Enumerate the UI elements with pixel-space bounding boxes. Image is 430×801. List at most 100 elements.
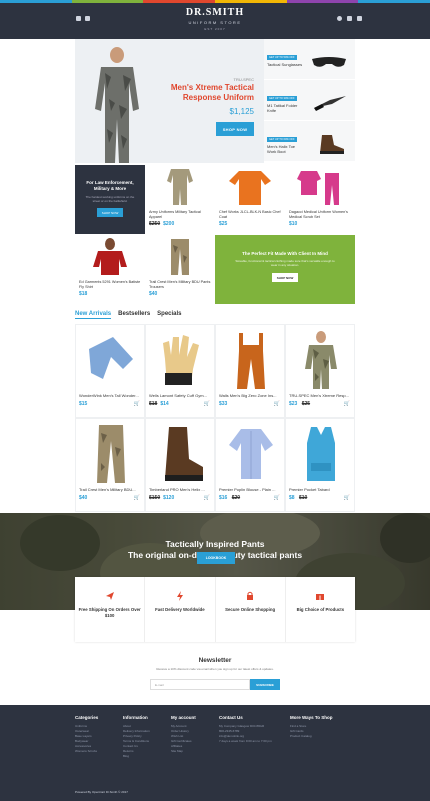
- sunglasses-image: [312, 57, 346, 67]
- subscribe-button[interactable]: SUBSCRIBE: [250, 679, 280, 690]
- lookbook-button[interactable]: LOOKBOOK: [197, 552, 235, 564]
- product-name[interactable]: Premier Poplin Blouse - Plain ...: [219, 487, 283, 492]
- add-to-cart-icon[interactable]: 🛒: [344, 495, 350, 501]
- product-card[interactable]: Timberland PRO Men's Helix ... $150 $120 …: [145, 418, 215, 512]
- camo-pants-image: [97, 425, 125, 483]
- product-card[interactable]: Trail Crest Men's Military BDU... $40 🛒: [75, 418, 145, 512]
- product-price: $23 $25: [289, 401, 313, 407]
- footer-link[interactable]: Blog: [123, 754, 150, 759]
- user-icon[interactable]: [337, 16, 342, 21]
- promo-shop-now-button[interactable]: SHOP NOW: [97, 208, 123, 217]
- product-tabs: New Arrivals Bestsellers Specials: [75, 311, 182, 319]
- promo-title: For Law Enforcement, Military & More: [86, 180, 134, 191]
- newsletter-text: Receive a 10% discount code via email wh…: [156, 667, 274, 671]
- tab-specials[interactable]: Specials: [157, 311, 181, 319]
- add-to-cart-icon[interactable]: 🛒: [274, 495, 280, 501]
- grid-product-card[interactable]: Chef Works JLCL-BLK-N Basic Chef Coat $2…: [215, 165, 285, 234]
- product-name[interactable]: Army Uniforms Military Tactical Apparel: [149, 210, 213, 220]
- add-to-cart-icon[interactable]: 🛒: [204, 401, 210, 407]
- tab-bestsellers[interactable]: Bestsellers: [118, 311, 150, 319]
- new-price: $200: [163, 221, 175, 227]
- feature-text: Big Choice of Products: [296, 607, 345, 612]
- lightning-icon: [176, 591, 183, 601]
- product-name[interactable]: Wells Lamont Safety Cuff Gym...: [149, 393, 213, 398]
- side-deal-item[interactable]: GET UP TO 50% OFF Tactical Sunglasses: [264, 39, 355, 80]
- product-name[interactable]: Chef Works JLCL-BLK-N Basic Chef Coat: [219, 210, 283, 220]
- product-name[interactable]: Trail Crest Men's Military BDU...: [79, 487, 143, 492]
- camo-pants-image: [171, 239, 189, 275]
- footer-column-title: More Ways To Shop: [290, 715, 333, 720]
- feature-text: Free Shipping On Orders Over $100: [78, 607, 141, 618]
- product-price: $150 $120: [149, 495, 174, 501]
- grid-product-card[interactable]: Dagacci Medical Uniform Women's Medical …: [285, 165, 355, 234]
- old-price: $25: [301, 401, 311, 407]
- work-boot-image: [320, 135, 344, 154]
- add-to-cart-icon[interactable]: 🛒: [134, 495, 140, 501]
- grid-product-card[interactable]: Trail Crest Men's Military BDU Pants Tro…: [145, 235, 215, 304]
- product-name[interactable]: Ed Garments 5291 Women's Batiste Fly Shi…: [79, 280, 143, 290]
- product-name[interactable]: Premier Pocket Tabard: [289, 487, 353, 492]
- hero-price: $1,125: [229, 107, 254, 116]
- add-to-cart-icon[interactable]: 🛒: [204, 495, 210, 501]
- product-name[interactable]: Dagacci Medical Uniform Women's Medical …: [289, 210, 353, 220]
- product-card[interactable]: Walls Men's Big Zero Zone Ins... $33 🛒: [215, 324, 285, 418]
- product-name[interactable]: Walls Men's Big Zero Zone Ins...: [219, 393, 283, 398]
- product-card[interactable]: Wells Lamont Safety Cuff Gym... $18 $14 🛒: [145, 324, 215, 418]
- tab-new-arrivals[interactable]: New Arrivals: [75, 311, 112, 319]
- old-price: $20: [231, 495, 241, 501]
- new-price: $8: [289, 495, 295, 501]
- discount-badge: GET UP TO 50% OFF: [267, 55, 297, 60]
- paper-plane-icon: [105, 592, 114, 600]
- side-deal-item[interactable]: GET UP TO 30% OFF M1 Tatikal Folder Knif…: [264, 80, 355, 121]
- product-name[interactable]: Trail Crest Men's Military BDU Pants Tro…: [149, 280, 213, 290]
- hero-title[interactable]: Men's Xtreme Tactical Response Uniform: [144, 83, 254, 103]
- promo-title: The Perfect Fit Made With Client In Mind: [242, 251, 328, 256]
- side-deal-name[interactable]: M1 Tatikal Folder Knife: [267, 103, 305, 113]
- footer-column-title: Contact Us: [219, 715, 243, 720]
- product-card[interactable]: WonderWink Men's Tall Wonder... $15 🛒: [75, 324, 145, 418]
- footer-link[interactable]: Product Catalog: [290, 734, 333, 739]
- logo-subtitle: UNIFORM STORE: [188, 20, 242, 25]
- add-to-cart-icon[interactable]: 🛒: [274, 401, 280, 407]
- product-price: $15: [79, 401, 88, 407]
- add-to-cart-icon[interactable]: 🛒: [134, 401, 140, 407]
- product-price: $10: [289, 221, 298, 227]
- logo[interactable]: DR.SMITH UNIFORM STORE EST 2007: [0, 7, 430, 31]
- newsletter-email-input[interactable]: E-mail: [150, 679, 250, 690]
- product-name[interactable]: TRU-SPEC Men's Xtreme Resp...: [289, 393, 353, 398]
- hero-brand: TRU-SPEC: [233, 77, 254, 82]
- footer-hours: 7 days a week from 9:00 am to 7:00 pm: [219, 739, 272, 743]
- side-deal-name[interactable]: Tactical Sunglasses: [267, 62, 305, 67]
- side-deal-name[interactable]: Men's Halix Toe Work Boot: [267, 144, 305, 154]
- orange-chef-coat-image: [229, 171, 271, 205]
- hero-shop-now-button[interactable]: SHOP NOW: [216, 122, 254, 136]
- side-deal-item[interactable]: GET UP TO 60% OFF Men's Halix Toe Work B…: [264, 121, 355, 162]
- grid-product-card[interactable]: Ed Garments 5291 Women's Batiste Fly Shi…: [75, 235, 145, 304]
- product-price: $18 $14: [149, 401, 169, 407]
- knife-image: [314, 96, 346, 111]
- soldier-uniform-image: [95, 47, 139, 163]
- product-price: $18: [79, 291, 88, 297]
- law-enforcement-promo: For Law Enforcement, Military & More The…: [75, 165, 145, 234]
- feature-item: Secure Online Shopping: [216, 577, 286, 642]
- discount-badge: GET UP TO 60% OFF: [267, 137, 297, 142]
- footer-column-categories: Categories Uniforms Outerwear Base Layer…: [75, 715, 98, 754]
- cart-icon[interactable]: [357, 16, 362, 21]
- footer-link[interactable]: Site Map: [171, 749, 196, 754]
- product-name[interactable]: WonderWink Men's Tall Wonder...: [79, 393, 143, 398]
- product-card[interactable]: Premier Poplin Blouse - Plain ... $16 $2…: [215, 418, 285, 512]
- grid-product-card[interactable]: Army Uniforms Military Tactical Apparel …: [145, 165, 215, 234]
- work-boot-image: [165, 427, 203, 481]
- product-price: $40: [149, 291, 158, 297]
- product-price: $25: [219, 221, 228, 227]
- features-bar: Free Shipping On Orders Over $100 Fast D…: [75, 577, 355, 642]
- product-card[interactable]: TRU-SPEC Men's Xtreme Resp... $23 $25 🛒: [285, 324, 355, 418]
- footer-column-title: My account: [171, 715, 196, 720]
- footer-link[interactable]: Womens Scrubs: [75, 749, 98, 754]
- product-price: $250 $200: [149, 221, 174, 227]
- product-name[interactable]: Timberland PRO Men's Helix ...: [149, 487, 213, 492]
- heart-icon[interactable]: [347, 16, 352, 21]
- product-card[interactable]: Premier Pocket Tabard $8 $10 🛒: [285, 418, 355, 512]
- promo-shop-now-button[interactable]: SHOP NOW: [272, 273, 298, 282]
- add-to-cart-icon[interactable]: 🛒: [344, 401, 350, 407]
